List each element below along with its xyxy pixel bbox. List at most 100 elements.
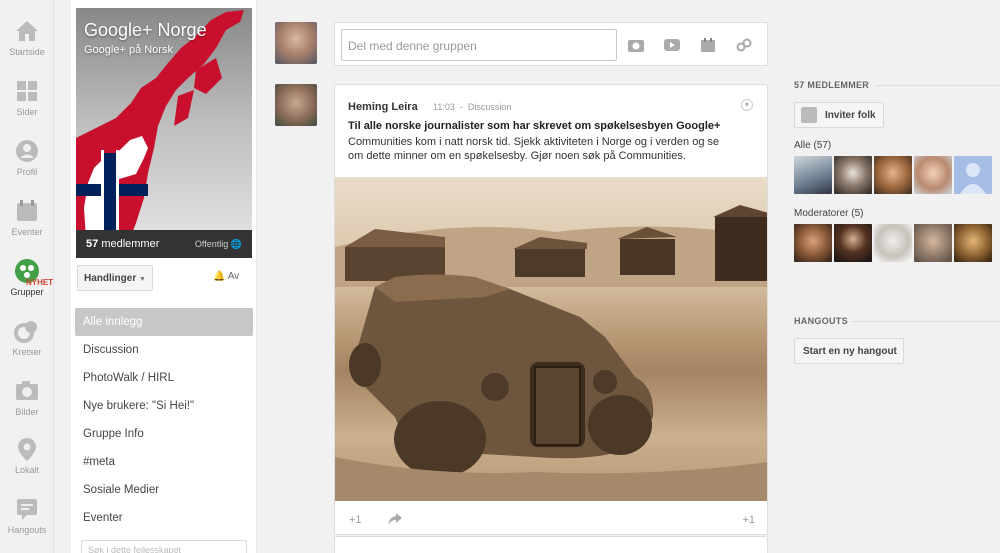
category-item[interactable]: #meta [75,448,253,476]
next-post-card [334,536,768,553]
post-body-line: om dette minner om en spøkelsesby. Gjør … [348,150,686,162]
members-heading: 57 MEDLEMMER [794,80,870,90]
rail-item-pages[interactable]: Sider [0,78,54,117]
new-badge: NYHET [26,278,54,287]
rail-label: Grupper [10,287,44,297]
bell-icon: 🔔 [213,271,226,282]
community-categories: Alle innlegg Discussion PhotoWalk / HIRL… [75,308,253,532]
rail-item-hangouts[interactable]: Hangouts [0,496,54,535]
notifications-toggle[interactable]: 🔔 Av [213,271,239,282]
community-stats-bar: 57 medlemmer Offentlig 🌐 [76,230,252,258]
community-cover: Google+ Norge Google+ på Norsk 57 medlem… [76,8,252,258]
add-person-icon [801,107,817,123]
share-arrow-icon[interactable] [387,512,403,526]
all-members-link[interactable]: Alle (57) [794,140,831,151]
category-item[interactable]: Discussion [75,336,253,364]
rail-label: Startside [9,47,45,57]
chevron-down-icon: ▼ [139,276,146,283]
share-box: Del med denne gruppen [334,22,768,66]
category-item[interactable]: Nye brukere: "Si Hei!" [75,392,253,420]
moderators-link[interactable]: Moderatorer (5) [794,208,863,219]
post-category[interactable]: Discussion [468,102,512,112]
visibility-text: Offentlig [194,239,229,249]
rail-item-events[interactable]: Eventer [0,198,54,237]
rail-label: Eventer [11,227,43,237]
post-title: Til alle norske journalister som har skr… [348,120,721,132]
member-avatar[interactable] [874,156,912,194]
plus-one-button[interactable]: +1 [349,514,362,526]
rail-item-home[interactable]: Startside [0,18,54,57]
category-item[interactable]: Sosiale Medier [75,476,253,504]
category-item[interactable]: Gruppe Info [75,420,253,448]
members-count: 57 [86,238,99,250]
community-panel: Google+ Norge Google+ på Norsk 57 medlem… [71,0,257,553]
member-avatar[interactable] [914,156,952,194]
link-icon[interactable] [735,37,753,53]
post-card: Heming Leira 11:03 - Discussion ▾ Til al… [334,84,768,535]
post-menu-icon[interactable]: ▾ [741,99,753,111]
invite-people-button[interactable]: Inviter folk [794,102,884,128]
member-avatar-placeholder[interactable] [954,156,992,194]
photos-icon [16,381,38,400]
member-avatar[interactable] [794,156,832,194]
invite-label: Inviter folk [825,110,876,121]
rail-item-circles[interactable]: Kretser [0,318,54,357]
community-search-input[interactable]: Søk i dette fellesskapet [81,540,247,553]
pages-icon [17,81,37,101]
post-meta: 11:03 - Discussion [433,102,512,112]
user-avatar[interactable] [275,22,317,64]
moderator-avatar[interactable] [794,224,832,262]
members-count-text[interactable]: 57 medlemmer [86,238,159,250]
post-body-line: Communities kom i natt norsk tid. Sjekk … [348,136,720,148]
actions-label: Handlinger [84,273,137,284]
post-body: Communities kom i natt norsk tid. Sjekk … [348,135,760,163]
home-icon [16,21,38,41]
local-icon [18,438,36,461]
profile-icon [16,140,38,162]
members-label: medlemmer [101,238,160,250]
actions-dropdown-button[interactable]: Handlinger ▼ [77,265,153,291]
category-item[interactable]: Eventer [75,504,253,532]
start-hangout-button[interactable]: Start en ny hangout [794,338,904,364]
rail-label: Lokalt [14,465,40,475]
rail-item-profile[interactable]: Profil [0,138,54,177]
rail-label: Profil [16,167,38,177]
post-time[interactable]: 11:03 [433,102,455,112]
moderator-avatar[interactable] [834,224,872,262]
visibility-label: Offentlig 🌐 [195,239,242,250]
member-avatar[interactable] [834,156,872,194]
left-nav-rail: Startside Sider Profil Eventer Grupper N… [0,0,54,553]
rail-label: Hangouts [7,525,47,535]
globe-icon: 🌐 [230,239,242,249]
community-title: Google+ Norge [84,20,207,40]
rail-item-photos[interactable]: Bilder [0,378,54,417]
rail-label: Kretser [12,347,42,357]
right-sidebar: 57 MEDLEMMER Inviter folk Alle (57) Mode… [794,0,1000,553]
calendar-icon[interactable] [699,37,717,53]
hangouts-icon [17,499,37,520]
events-icon [17,200,37,221]
circles-icon [14,321,37,343]
post-author-name[interactable]: Heming Leira [348,101,418,113]
plus-one-count[interactable]: +1 [742,514,755,526]
search-placeholder: Søk i dette fellesskapet [88,545,182,553]
moderator-avatar[interactable] [914,224,952,262]
default-person-icon [960,163,986,194]
share-placeholder: Del med denne gruppen [348,39,477,53]
camera-icon[interactable] [627,37,645,53]
start-hangout-label: Start en ny hangout [803,346,897,357]
category-item[interactable]: PhotoWalk / HIRL [75,364,253,392]
rail-item-local[interactable]: Lokalt [0,436,54,475]
moderator-avatar[interactable] [954,224,992,262]
post-image[interactable] [335,177,767,501]
rail-label: Bilder [15,407,39,417]
video-icon[interactable] [663,37,681,53]
moderator-avatar[interactable] [874,224,912,262]
community-tagline: Google+ på Norsk [84,44,173,56]
post-actions: +1 +1 [335,507,767,534]
share-input[interactable]: Del med denne gruppen [341,29,617,61]
post-author-avatar[interactable] [275,84,317,126]
category-all-posts[interactable]: Alle innlegg [75,308,253,336]
divider [876,85,1000,86]
rail-label: Sider [16,107,38,117]
